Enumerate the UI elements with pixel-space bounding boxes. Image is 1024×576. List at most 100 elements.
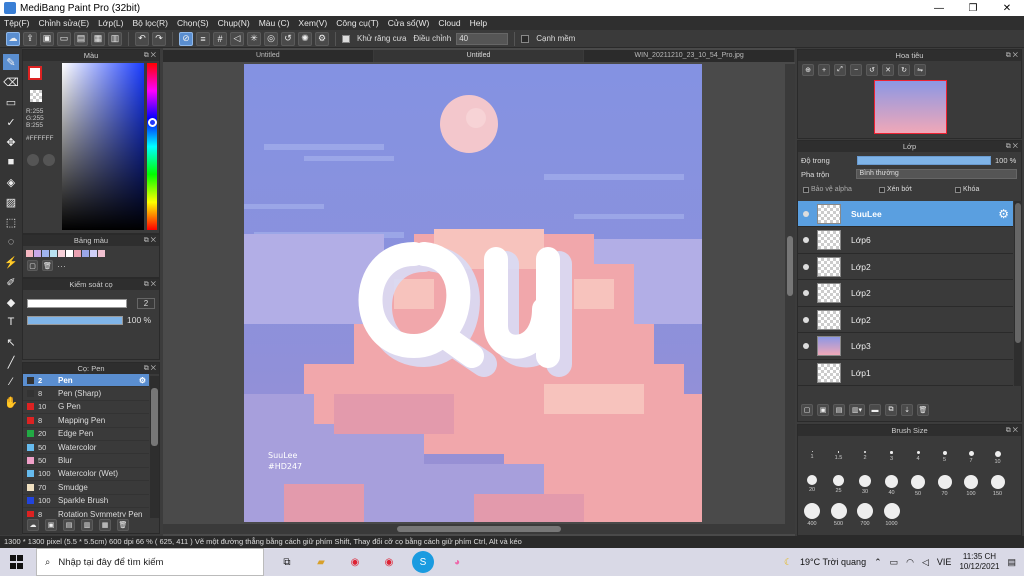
background-color-swatch[interactable] [30, 90, 42, 102]
brush-size-option[interactable]: 70 [933, 475, 957, 497]
layer-opacity-slider[interactable] [857, 156, 991, 165]
comment-icon[interactable]: ▭ [57, 31, 71, 46]
color-eyedrop-icon[interactable] [43, 154, 55, 166]
new-8bit-layer-icon[interactable]: ▣ [817, 404, 829, 416]
palette-swatch[interactable] [34, 250, 41, 257]
layer-row[interactable]: Lớp1 [798, 360, 1013, 386]
menu-tools[interactable]: Công cụ(T) [336, 18, 379, 28]
layer-visibility-icon[interactable] [803, 343, 809, 349]
palette-swatch[interactable] [82, 250, 89, 257]
undo-icon[interactable]: ↶ [135, 31, 149, 46]
panel-close-icon[interactable]: ⧉ ✕ [1006, 141, 1018, 152]
layer-list-scroll-thumb[interactable] [1015, 203, 1021, 343]
horizontal-scroll-thumb[interactable] [397, 526, 561, 532]
brush-size-option[interactable]: 3 [880, 451, 904, 462]
brush-size-option[interactable]: 1 [800, 451, 824, 460]
rotate-right-icon[interactable]: ↻ [898, 64, 910, 76]
radial-snap-icon[interactable]: ✳ [247, 31, 261, 46]
palette-swatch[interactable] [50, 250, 57, 257]
brush-size-option[interactable]: 30 [853, 475, 877, 495]
copy-brush-icon[interactable]: ▤ [63, 519, 75, 531]
brush-tool-icon[interactable]: ✎ [3, 54, 19, 70]
cloud-icon[interactable]: ☁ [6, 31, 20, 46]
lasso-tool-icon[interactable]: ◌ [3, 234, 19, 250]
menu-snap[interactable]: Chụp(N) [218, 18, 250, 28]
select-eraser-icon[interactable]: ◆ [3, 294, 19, 310]
rectangle-tool-icon[interactable]: ▭ [3, 94, 19, 110]
maximize-button[interactable]: ❐ [956, 3, 990, 14]
add-layer-menu-icon[interactable]: ▥▾ [849, 404, 865, 416]
duplicate-brush-icon[interactable]: ▥ [81, 519, 93, 531]
dot-tool-icon[interactable]: ✓ [3, 114, 19, 130]
adjust-select[interactable]: 40 [456, 32, 509, 45]
brush-list-scrollbar[interactable] [150, 376, 159, 518]
layer-row[interactable]: SuuLee ⚙ [798, 201, 1013, 227]
brush-size-option[interactable]: 40 [880, 475, 904, 496]
eyedropper-tool-icon[interactable]: ⁄ [3, 374, 19, 390]
delete-brush-icon[interactable]: 🗑 [117, 519, 129, 531]
tab-untitled-2[interactable]: Untitled [373, 50, 585, 62]
panel-icon[interactable]: ▥ [108, 31, 122, 46]
brush-item[interactable]: 8 Rotation Symmetry Pen [23, 508, 149, 517]
delete-palette-icon[interactable]: 🗑 [42, 260, 53, 271]
fit-icon[interactable]: ⤢ [834, 64, 846, 76]
menu-color[interactable]: Màu (C) [259, 18, 290, 28]
new-1bit-layer-icon[interactable]: ▤ [833, 404, 845, 416]
vertical-scroll-thumb[interactable] [787, 236, 793, 296]
chrome-profile-icon[interactable]: ◉ [378, 551, 400, 573]
panel-close-icon[interactable]: ⧉ ✕ [144, 235, 156, 246]
redo-icon[interactable]: ↷ [152, 31, 166, 46]
eraser-tool-icon[interactable]: ⌫ [3, 74, 19, 90]
share-icon[interactable]: ▣ [40, 31, 54, 46]
palette-swatch[interactable] [58, 250, 65, 257]
circle-snap-icon[interactable]: ◎ [264, 31, 278, 46]
layer-visibility-icon[interactable] [803, 263, 809, 270]
flip-icon[interactable]: ⇋ [914, 64, 926, 76]
bucket-tool-icon[interactable]: ◈ [3, 174, 19, 190]
zoom-icon[interactable]: ⊕ [802, 64, 814, 76]
zoom-out-icon[interactable]: − [850, 64, 862, 76]
brush-size-option[interactable]: 10 [986, 451, 1010, 465]
menu-edit[interactable]: Chỉnh sửa(E) [39, 18, 90, 28]
panel-close-icon[interactable]: ⧉ ✕ [144, 279, 156, 290]
brush-item[interactable]: 100 Sparkle Brush [23, 495, 149, 508]
merge-layer-icon[interactable]: ⇣ [901, 404, 913, 416]
palette-swatch[interactable] [66, 250, 73, 257]
task-view-icon[interactable]: ⧉ [276, 551, 298, 573]
new-palette-icon[interactable]: ▢ [27, 260, 38, 271]
export-icon[interactable]: ⇪ [23, 31, 37, 46]
brush-size-option[interactable]: 50 [906, 475, 930, 497]
panel-close-icon[interactable]: ⧉ ✕ [1006, 425, 1018, 436]
close-button[interactable]: ✕ [990, 3, 1024, 14]
palette-more-button[interactable]: ··· [57, 261, 66, 271]
brush-size-option[interactable]: 150 [986, 475, 1010, 497]
color-wheel-icon[interactable] [27, 154, 39, 166]
brush-item[interactable]: 70 Smudge [23, 481, 149, 495]
menu-filter[interactable]: Bộ lọc(R) [133, 18, 168, 28]
brush-size-option[interactable]: 2 [853, 451, 877, 461]
layer-row[interactable]: Lớp2 [798, 307, 1013, 333]
gear-icon[interactable]: ⚙ [315, 31, 329, 46]
volume-icon[interactable]: ◁ [922, 557, 929, 568]
brush-size-option[interactable]: 700 [853, 503, 877, 527]
protect-alpha-checkbox[interactable] [803, 186, 809, 193]
soft-edge-checkbox[interactable] [521, 34, 530, 43]
brush-settings-icon[interactable]: ⚙ [139, 376, 146, 385]
network-icon[interactable]: ▭ [890, 557, 899, 568]
hue-slider-handle[interactable] [148, 118, 157, 127]
brush-item[interactable]: 50 Watercolor [23, 441, 149, 455]
brush-folder-icon[interactable]: ▦ [99, 519, 111, 531]
tab-photo[interactable]: WIN_20211210_23_10_54_Pro.jpg [584, 50, 796, 62]
hand-tool-icon[interactable]: ✋ [3, 394, 19, 410]
layer-folder-icon[interactable]: ▬ [869, 404, 881, 416]
brush-list-scroll-thumb[interactable] [151, 388, 158, 446]
brush-opacity-slider[interactable] [27, 315, 123, 325]
move-tool-icon[interactable]: ✥ [3, 134, 19, 150]
layer-visibility-icon[interactable] [803, 237, 809, 243]
brush-size-option[interactable]: 500 [827, 503, 851, 527]
antialias-checkbox[interactable] [342, 34, 350, 43]
medibang-icon[interactable]: ◕ [446, 551, 468, 573]
layer-row[interactable]: Lớp2 [798, 254, 1013, 280]
rotate-left-icon[interactable]: ↺ [866, 64, 878, 76]
save-icon[interactable]: ▦ [91, 31, 105, 46]
